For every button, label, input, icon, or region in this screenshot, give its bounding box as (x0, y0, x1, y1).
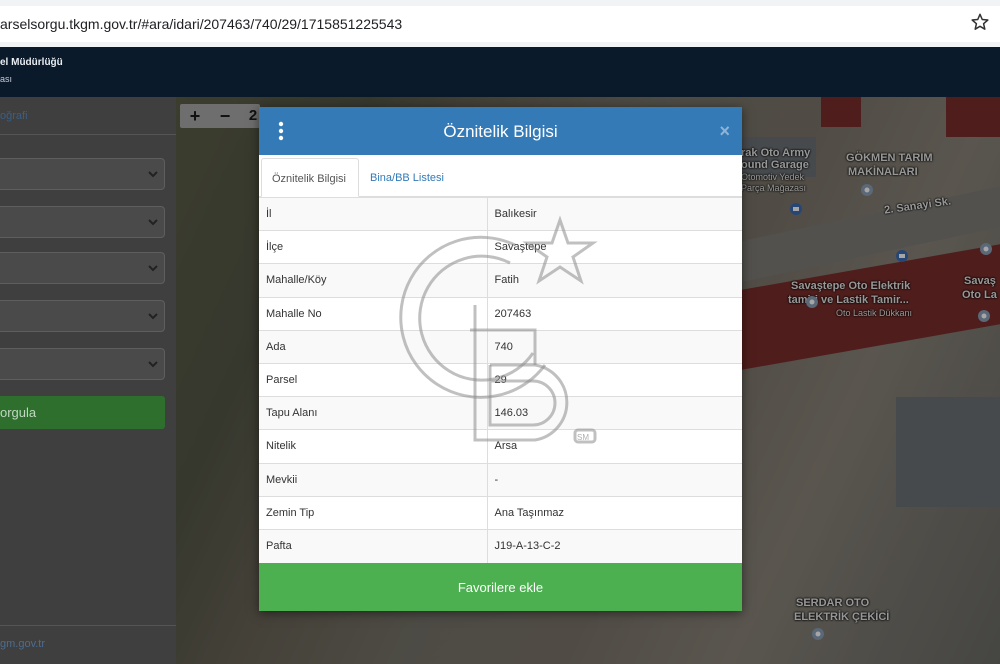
attribute-value: Fatih (487, 263, 742, 298)
attribute-value: - (487, 462, 742, 497)
attribute-key: Nitelik (259, 429, 488, 463)
table-row: Pafta J19-A-13-C-2 (259, 528, 742, 563)
district-select[interactable] (0, 206, 165, 238)
attribute-key: İl (259, 196, 488, 231)
chevron-down-icon (148, 313, 158, 320)
sidebar-tab-label: oğrafi (0, 110, 28, 122)
modal-header: Öznitelik Bilgisi × (259, 107, 742, 155)
header-subtitle: ası (0, 74, 13, 84)
attribute-key: Mahalle/Köy (259, 263, 488, 298)
table-row: İl Balıkesir (259, 196, 742, 231)
table-row: Tapu Alanı 146.03 (259, 396, 742, 430)
chevron-down-icon (148, 171, 158, 178)
attribute-key: Mevkii (259, 462, 488, 497)
attribute-value: 146.03 (487, 396, 742, 430)
attribute-key: Mahalle No (259, 296, 488, 331)
tab-attribute-info[interactable]: Öznitelik Bilgisi (261, 158, 359, 197)
table-row: Zemin Tip Ana Taşınmaz (259, 495, 742, 530)
attribute-value: Savaştepe (487, 230, 742, 264)
sidebar-footer: gm.gov.tr (0, 625, 176, 664)
block-select[interactable] (0, 300, 165, 332)
chevron-down-icon (148, 265, 158, 272)
table-row: Nitelik Arsa (259, 429, 742, 463)
add-to-favorites-button[interactable]: Favorilere ekle (259, 563, 742, 611)
table-row: Mahalle No 207463 (259, 296, 742, 331)
table-row: Mevkii - (259, 462, 742, 497)
table-row: Ada 740 (259, 329, 742, 364)
attribute-key: Parsel (259, 362, 488, 397)
zoom-out-button[interactable]: − (214, 105, 236, 127)
sidebar-tab-link[interactable]: oğrafi (0, 97, 176, 135)
url-text[interactable]: arselsorgu.tkgm.gov.tr/#ara/idari/207463… (0, 16, 402, 32)
map-zoom-controls: + − 2 (180, 104, 260, 128)
attribute-value: Ana Taşınmaz (487, 495, 742, 530)
attribute-key: Pafta (259, 528, 488, 563)
header-title: el Müdürlüğü (0, 57, 63, 68)
attribute-table: İl Balıkesir İlçe Savaştepe Mahalle/Köy Fat… (259, 196, 742, 563)
sidebar: oğrafi orgula gm.gov.tr (0, 97, 176, 664)
close-icon[interactable]: × (719, 121, 730, 142)
modal-tabs: Öznitelik Bilgisi Bina/BB Listesi (259, 155, 742, 197)
parcel-select[interactable] (0, 348, 165, 380)
attribute-value: Arsa (487, 429, 742, 463)
chevron-down-icon (148, 219, 158, 226)
province-select[interactable] (0, 158, 165, 190)
footer-link[interactable]: gm.gov.tr (0, 638, 45, 650)
attribute-key: Zemin Tip (259, 495, 488, 530)
attribute-value: 207463 (487, 296, 742, 331)
table-row: Parsel 29 (259, 362, 742, 397)
attribute-value: J19-A-13-C-2 (487, 528, 742, 563)
attribute-key: Tapu Alanı (259, 396, 488, 430)
attribute-info-modal: Öznitelik Bilgisi × Öznitelik Bilgisi Bi… (259, 107, 742, 611)
app-header: el Müdürlüğü ası (0, 47, 1000, 97)
neighborhood-select[interactable] (0, 252, 165, 284)
table-row: Mahalle/Köy Fatih (259, 263, 742, 298)
attribute-key: İlçe (259, 230, 488, 264)
table-row: İlçe Savaştepe (259, 230, 742, 264)
zoom-in-button[interactable]: + (184, 105, 206, 127)
add-to-favorites-label: Favorilere ekle (457, 580, 544, 595)
attribute-value: 29 (487, 362, 742, 397)
attribute-value: Balıkesir (487, 196, 742, 231)
query-button[interactable]: orgula (0, 396, 165, 429)
query-button-label: orgula (0, 405, 37, 420)
browser-address-bar: arselsorgu.tkgm.gov.tr/#ara/idari/207463… (0, 0, 1000, 47)
chevron-down-icon (148, 361, 158, 368)
attribute-key: Ada (259, 329, 488, 364)
attribute-value: 740 (487, 329, 742, 364)
bookmark-star-icon[interactable] (970, 12, 990, 32)
tab-building-list[interactable]: Bina/BB Listesi (360, 158, 454, 197)
modal-title: Öznitelik Bilgisi (443, 122, 558, 141)
